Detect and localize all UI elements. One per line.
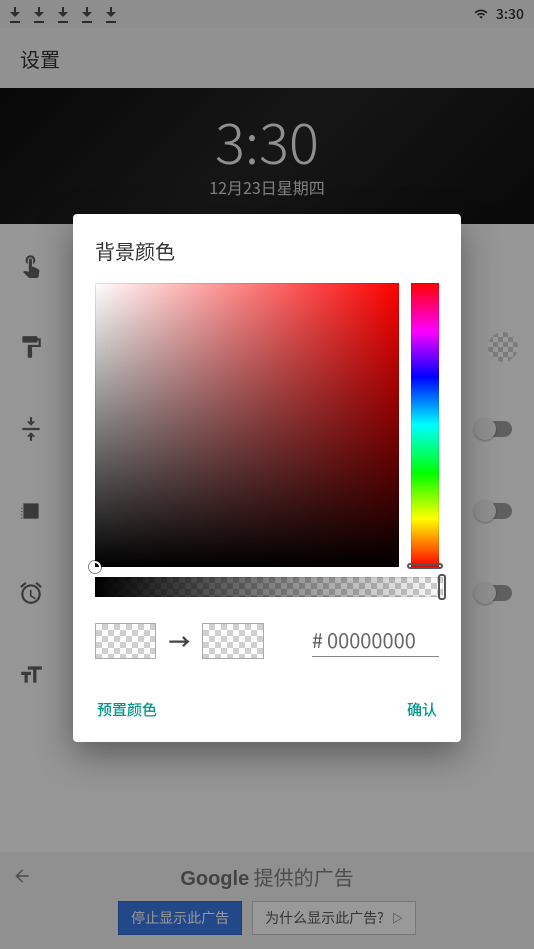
new-color-swatch bbox=[202, 623, 263, 659]
preset-colors-button[interactable]: 预置颜色 bbox=[95, 693, 159, 726]
sv-cursor[interactable] bbox=[89, 561, 101, 573]
hex-input[interactable] bbox=[327, 625, 439, 654]
modal-scrim[interactable]: 背景颜色 → # 预置颜色 确认 bbox=[0, 0, 534, 949]
hex-field[interactable]: # bbox=[312, 625, 439, 657]
dialog-title: 背景颜色 bbox=[95, 236, 439, 265]
alpha-cursor[interactable] bbox=[438, 574, 446, 600]
saturation-value-panel[interactable] bbox=[95, 283, 399, 567]
old-color-swatch bbox=[95, 623, 156, 659]
color-compare-row: → # bbox=[95, 623, 439, 659]
hue-slider[interactable] bbox=[411, 283, 439, 567]
hex-hash: # bbox=[312, 625, 323, 654]
alpha-slider[interactable] bbox=[95, 577, 443, 597]
color-picker-dialog: 背景颜色 → # 预置颜色 确认 bbox=[73, 214, 461, 742]
confirm-button[interactable]: 确认 bbox=[405, 693, 439, 726]
arrow-right-icon: → bbox=[168, 625, 190, 657]
hue-cursor[interactable] bbox=[407, 563, 443, 569]
